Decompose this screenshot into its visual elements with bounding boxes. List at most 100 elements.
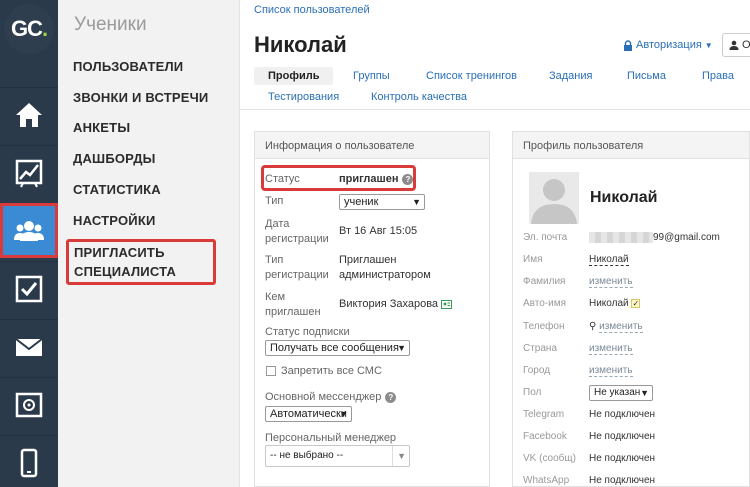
menu-item-dashboards[interactable]: ДАШБОРДЫ: [73, 149, 156, 168]
type-label: Тип: [265, 195, 284, 207]
rail-mobile[interactable]: [0, 435, 58, 487]
subscription-select-value: Получать все сообщения: [270, 342, 399, 354]
rail-users[interactable]: [0, 203, 58, 258]
last-name-value[interactable]: изменить: [589, 276, 633, 288]
section-title: Ученики: [74, 14, 147, 35]
auto-name-label: Авто-имя: [523, 298, 566, 309]
type-select[interactable]: ученик ▼: [339, 194, 425, 210]
email-label: Эл. почта: [523, 232, 568, 243]
sms-block-label: Запретить все СМС: [281, 365, 382, 377]
chart-icon: [15, 159, 43, 188]
profile-tabs: Профиль Группы Список тренингов Задания …: [240, 66, 750, 110]
vk-value: Не подключен: [589, 453, 656, 464]
subscription-label: Статус подписки: [265, 326, 350, 338]
help-icon[interactable]: ?: [385, 391, 397, 403]
tab-quality-control[interactable]: Контроль качества: [371, 91, 467, 103]
manager-select[interactable]: -- не выбрано -- ▼: [265, 445, 410, 467]
reg-type-value-line2: администратором: [339, 269, 431, 281]
last-name-edit-link[interactable]: изменить: [589, 276, 633, 288]
menu-item-statistics[interactable]: СТАТИСТИКА: [73, 180, 161, 199]
reg-type-label: Тип регистрации: [265, 253, 329, 283]
rail-tasks[interactable]: [0, 261, 58, 316]
manager-label: Персональный менеджер: [265, 432, 397, 444]
chevron-down-icon: ▼: [339, 409, 348, 419]
rail-mail[interactable]: [0, 319, 58, 374]
user-card-icon[interactable]: [441, 299, 453, 309]
sms-block-checkbox[interactable]: [266, 366, 276, 376]
icon-rail: GC.: [0, 0, 58, 487]
page-title: Николай: [254, 32, 347, 57]
help-icon[interactable]: ?: [402, 173, 414, 185]
menu-item-forms[interactable]: АНКЕТЫ: [73, 118, 130, 137]
reg-date-label: Дата регистрации: [265, 217, 329, 247]
phone-icon: [20, 448, 38, 478]
invite-line-2: СПЕЦИАЛИСТА: [74, 264, 177, 279]
city-edit-link[interactable]: изменить: [589, 365, 633, 377]
invited-by-name[interactable]: Виктория Захарова: [339, 298, 438, 310]
home-icon: [16, 103, 42, 127]
logo[interactable]: GC.: [0, 0, 58, 58]
messenger-label-text: Основной мессенджер: [265, 391, 382, 403]
gender-select[interactable]: Не указан ▼: [589, 385, 653, 401]
reg-date-label-line2: регистрации: [265, 233, 329, 245]
tab-letters[interactable]: Письма: [627, 70, 666, 82]
tab-rights[interactable]: Права: [702, 70, 734, 82]
country-edit-link[interactable]: изменить: [589, 343, 633, 355]
invited-by-label-line1: Кем: [265, 291, 286, 303]
first-name-value[interactable]: Николай: [589, 254, 629, 266]
email-redacted: [589, 232, 653, 243]
messenger-select[interactable]: Автоматически ▼: [265, 406, 352, 422]
user-profile-panel: Профиль пользователя Николай Эл. почта 9…: [512, 131, 750, 487]
last-name-label: Фамилия: [523, 276, 566, 287]
invite-line-1: ПРИГЛАСИТЬ: [74, 245, 165, 260]
phone-edit-link[interactable]: изменить: [599, 321, 643, 333]
status-text: приглашен: [339, 173, 399, 185]
phone-value[interactable]: ⚲ изменить: [589, 321, 643, 333]
telegram-label: Telegram: [523, 409, 565, 420]
rail-home[interactable]: [0, 87, 58, 142]
reg-type-label-line1: Тип: [265, 254, 284, 266]
authorization-dropdown[interactable]: Авторизация ▼: [623, 39, 713, 51]
breadcrumb-users-list[interactable]: Список пользователей: [254, 4, 370, 16]
users-icon: [14, 221, 44, 241]
menu-item-invite-specialist[interactable]: ПРИГЛАСИТЬ СПЕЦИАЛИСТА: [66, 239, 216, 285]
menu-item-calls[interactable]: ЗВОНКИ И ВСТРЕЧИ: [73, 88, 208, 107]
tab-profile[interactable]: Профиль: [254, 67, 334, 85]
tab-tasks[interactable]: Задания: [549, 70, 592, 82]
logo-dot: .: [41, 16, 48, 41]
chevron-down-icon: ▼: [704, 40, 713, 50]
authorization-label: Авторизация: [636, 39, 702, 51]
gender-select-value: Не указан: [594, 387, 641, 398]
checkmark-icon[interactable]: ✓: [631, 299, 641, 308]
menu-item-settings[interactable]: НАСТРОЙКИ: [73, 211, 156, 230]
tab-trainings[interactable]: Список тренингов: [426, 70, 517, 82]
city-value[interactable]: изменить: [589, 365, 633, 377]
invited-by-value[interactable]: Виктория Захарова: [339, 297, 453, 312]
rail-dashboards[interactable]: [0, 145, 58, 200]
menu-item-users[interactable]: ПОЛЬЗОВАТЕЛИ: [73, 57, 183, 76]
rail-safe[interactable]: [0, 377, 58, 432]
section-menu: Ученики ПОЛЬЗОВАТЕЛИ ЗВОНКИ И ВСТРЕЧИ АН…: [58, 0, 240, 487]
user-silhouette-icon: [531, 179, 577, 224]
country-value[interactable]: изменить: [589, 343, 633, 355]
phone-label: Телефон: [523, 321, 565, 332]
invited-by-label-line2: приглашен: [265, 306, 321, 318]
reg-type-value: Приглашен администратором: [339, 253, 431, 283]
reg-date-value: Вт 16 Авг 15:05: [339, 225, 418, 237]
auto-name-value: Николай ✓: [589, 298, 641, 309]
user-profile-title: Профиль пользователя: [513, 132, 749, 159]
profile-name: Николай: [590, 189, 658, 206]
tab-groups[interactable]: Группы: [353, 70, 390, 82]
avatar[interactable]: [529, 172, 579, 224]
reg-date-label-line1: Дата: [265, 218, 290, 230]
chevron-down-icon: ▼: [397, 343, 406, 353]
messenger-label: Основной мессенджер?: [265, 390, 397, 405]
first-name-text[interactable]: Николай: [589, 254, 629, 266]
whatsapp-value: Не подключен: [589, 475, 656, 486]
subscription-select[interactable]: Получать все сообщения ▼: [265, 340, 410, 356]
search-icon: ⚲: [589, 321, 597, 332]
mail-icon: [15, 338, 43, 356]
other-actions-button[interactable]: От: [722, 33, 750, 57]
tab-testing[interactable]: Тестирования: [268, 91, 339, 103]
other-actions-label: От: [742, 39, 750, 51]
